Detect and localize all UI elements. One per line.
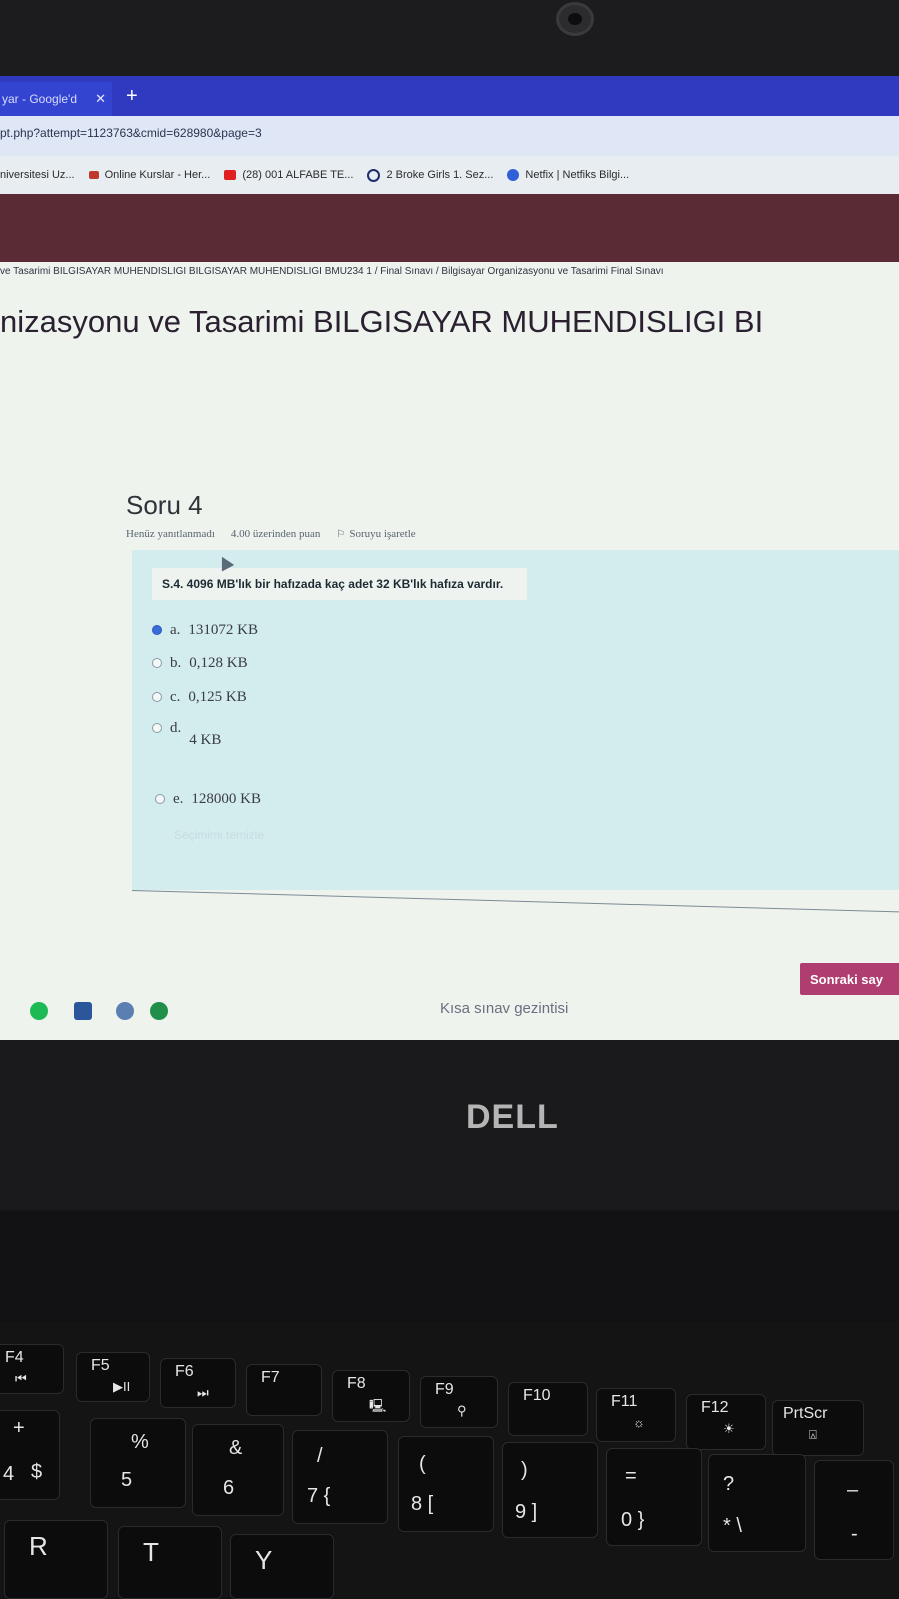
youtube-icon (224, 170, 237, 180)
radio-button[interactable] (155, 794, 165, 804)
bookmark-item[interactable]: (28) 001 ALFABE TE... (224, 169, 353, 181)
radio-button[interactable] (152, 692, 162, 702)
bookmark-label: (28) 001 ALFABE TE... (242, 169, 354, 181)
bookmark-item[interactable]: 2 Broke Girls 1. Sez... (367, 168, 494, 182)
close-tab-icon[interactable]: ✕ (95, 82, 106, 116)
answer-option-d[interactable]: d. 4 KB (152, 720, 221, 749)
laptop-hinge (0, 1212, 899, 1322)
key-r[interactable]: R (4, 1520, 108, 1599)
radio-button[interactable] (152, 625, 162, 635)
key-f4[interactable]: F4 ⏮ (0, 1344, 64, 1394)
key-plus-4[interactable]: + $ 4 (0, 1410, 60, 1500)
key-f6[interactable]: F6 ⏭ (160, 1358, 236, 1408)
app-icon[interactable] (116, 1002, 134, 1020)
laptop-screen: yar - Google'd ✕ + pt.php?attempt=112376… (0, 76, 899, 1086)
question-points: 4.00 üzerinden puan (230, 528, 321, 540)
key-8[interactable]: ( 8 [ (398, 1436, 494, 1532)
laptop-top-bezel (0, 0, 899, 80)
answer-option-b[interactable]: b. 0,128 KB (152, 655, 248, 672)
dell-logo: DELL (466, 1098, 559, 1136)
page-title: nizasyonu ve Tasarimi BILGISAYAR MUHENDI… (0, 304, 764, 339)
bookmark-label: niversitesi Uz... (0, 169, 75, 181)
bookmark-item[interactable]: Online Kurslar - Her... (88, 169, 211, 181)
key-f5[interactable]: F5 ▶II (76, 1352, 150, 1402)
key-prtscr[interactable]: PrtScr ⍓ (772, 1400, 864, 1456)
option-value: 4 KB (189, 732, 222, 748)
option-letter: b. (170, 655, 182, 671)
bookmark-label: 2 Broke Girls 1. Sez... (386, 169, 494, 181)
answer-option-a[interactable]: a. 131072 KB (152, 622, 258, 639)
address-bar[interactable]: pt.php?attempt=1123763&cmid=628980&page=… (0, 116, 899, 156)
chrome-icon[interactable] (150, 1002, 168, 1020)
key-t[interactable]: T (118, 1526, 222, 1599)
flag-question-link[interactable]: ⚐ Soruyu işaretle (336, 528, 415, 540)
question-heading: Soru 4 (126, 490, 203, 520)
flag-question-label: Soruyu işaretle (349, 528, 416, 540)
key-5[interactable]: % 5 (90, 1418, 186, 1508)
key-f8[interactable]: F8 🖳 (332, 1370, 410, 1422)
question-text: S.4. 4096 MB'lık bir hafızada kaç adet 3… (152, 568, 527, 600)
key-7[interactable]: / 7 { (292, 1430, 388, 1524)
option-letter: a. (170, 622, 181, 638)
question-info: Henüz yanıtlanmadı 4.00 üzerinden puan ⚐… (126, 528, 416, 540)
bookmark-item[interactable]: niversitesi Uz... (0, 169, 75, 181)
key-question[interactable]: ? * \ (708, 1454, 806, 1552)
netfix-icon (507, 169, 520, 181)
flag-icon: ⚐ (336, 529, 346, 540)
option-letter: c. (170, 689, 181, 705)
option-value: 0,128 KB (189, 655, 248, 671)
laptop-bottom-bezel (0, 1040, 899, 1210)
key-y[interactable]: Y (230, 1534, 334, 1599)
option-letter: d. (170, 720, 182, 736)
site-icon (367, 168, 381, 182)
key-6[interactable]: & 6 (192, 1424, 284, 1516)
key-0[interactable]: = 0 } (606, 1448, 702, 1546)
key-9[interactable]: ) 9 ] (502, 1442, 598, 1538)
next-page-button[interactable]: Sonraki say (800, 963, 899, 995)
word-icon[interactable] (74, 1002, 92, 1020)
site-header (0, 194, 899, 262)
radio-button[interactable] (152, 723, 162, 733)
breadcrumb[interactable]: ve Tasarimi BILGISAYAR MUHENDISLIGI BILG… (0, 266, 664, 277)
bookmark-item[interactable]: Netfix | Netfiks Bilgi... (507, 169, 629, 181)
clear-choice-link[interactable]: Seçimimi temizle (174, 828, 264, 842)
url-text: pt.php?attempt=1123763&cmid=628980&page=… (0, 126, 262, 140)
option-value: 0,125 KB (188, 689, 247, 705)
divider (131, 890, 899, 913)
online-kurslar-icon (88, 171, 99, 179)
bookmark-label: Online Kurslar - Her... (104, 169, 211, 181)
bookmark-label: Netfix | Netfiks Bilgi... (525, 169, 630, 181)
tab-title: yar - Google'd (2, 92, 77, 106)
bookmarks-bar: niversitesi Uz... Online Kurslar - Her..… (0, 156, 899, 195)
radio-button[interactable] (152, 658, 162, 668)
browser-tab[interactable]: yar - Google'd ✕ (0, 82, 112, 116)
webcam (556, 2, 594, 36)
key-minus[interactable]: – - (814, 1460, 894, 1560)
option-value: 128000 KB (191, 791, 262, 807)
question-status: Henüz yanıtlanmadı (126, 528, 215, 540)
option-letter: e. (173, 791, 184, 807)
spotify-icon[interactable] (30, 1002, 48, 1020)
key-f12[interactable]: F12 ☀ (686, 1394, 766, 1450)
key-f11[interactable]: F11 ☼ (596, 1388, 676, 1442)
browser-tab-bar: yar - Google'd ✕ + (0, 76, 899, 116)
new-tab-button[interactable]: + (126, 82, 138, 110)
key-f7[interactable]: F7 (246, 1364, 322, 1416)
key-f9[interactable]: F9 ⚲ (420, 1376, 498, 1428)
taskbar (0, 996, 899, 1036)
key-f10[interactable]: F10 (508, 1382, 588, 1436)
option-value: 131072 KB (188, 622, 259, 638)
answer-option-c[interactable]: c. 0,125 KB (152, 689, 247, 706)
answer-option-e[interactable]: e. 128000 KB (155, 791, 261, 808)
